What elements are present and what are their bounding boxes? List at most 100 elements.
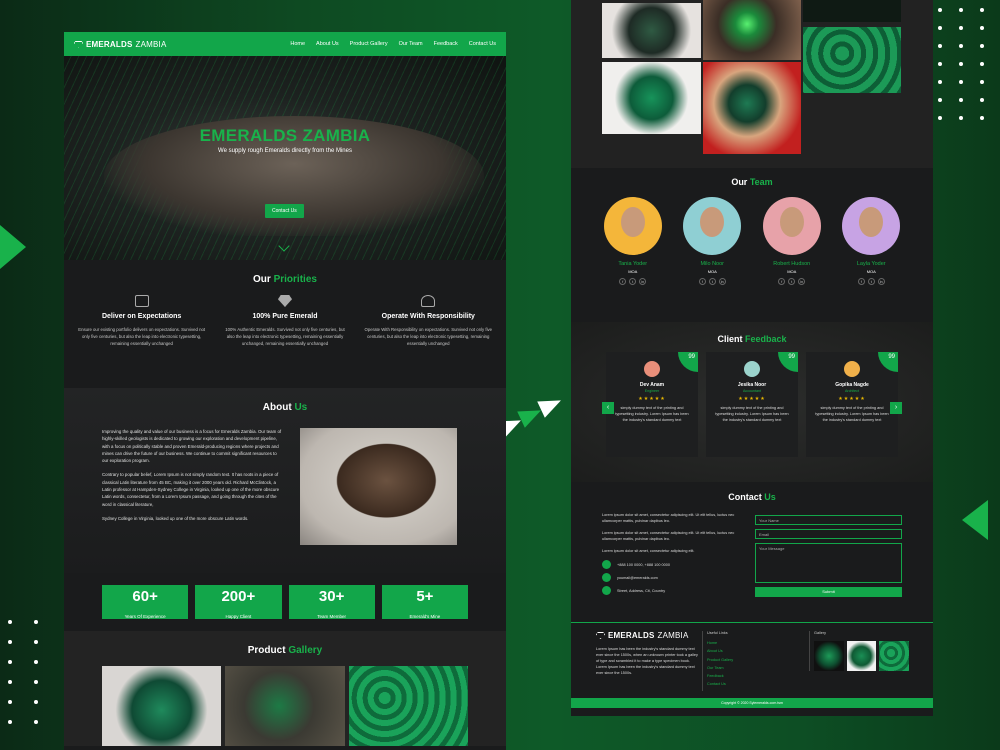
gallery-image[interactable] xyxy=(102,666,222,746)
team-section: Our Team Tania Yoder MOA f t in Milo Noor MO… xyxy=(571,168,933,322)
diamond-icon xyxy=(74,40,83,48)
gallery-image[interactable] xyxy=(703,62,801,154)
team-member-card: Milo Noor MOA f t in xyxy=(681,197,743,285)
nav-gallery[interactable]: Product Gallery xyxy=(350,41,388,47)
avatar xyxy=(844,361,860,377)
hero-section: EMERALDS ZAMBIA We supply rough Emeralds… xyxy=(64,56,506,260)
linkedin-icon[interactable]: in xyxy=(877,278,885,285)
triangle-decoration-right xyxy=(962,500,988,540)
quote-icon: 99 xyxy=(778,352,798,372)
priority-title: 100% Pure Emerald xyxy=(252,313,318,320)
feedback-title: Client Feedback xyxy=(717,334,787,344)
stat-card: 200+ Happy Client xyxy=(195,585,282,619)
about-miner-photo xyxy=(300,428,457,545)
priorities-title: Our Priorities xyxy=(253,274,317,285)
linkedin-icon[interactable]: in xyxy=(639,278,647,285)
twitter-icon[interactable]: t xyxy=(788,278,796,285)
team-member-card: Robert Hudson MOA f t in xyxy=(761,197,823,285)
avatar xyxy=(644,361,660,377)
location-icon xyxy=(602,586,611,595)
gallery-image[interactable] xyxy=(602,3,701,58)
navbar: EMERALDS ZAMBIA Home About Us Product Ga… xyxy=(64,32,506,56)
twitter-icon[interactable]: t xyxy=(867,278,875,285)
carousel-next-button[interactable]: › xyxy=(890,402,902,414)
linkedin-icon[interactable]: in xyxy=(718,278,726,285)
gallery-image[interactable] xyxy=(348,666,468,746)
stats-row: 60+ Years Of Experience 200+ Happy Client … xyxy=(64,573,506,631)
nav-contact[interactable]: Contact Us xyxy=(469,41,496,47)
footer-logo[interactable]: EMERALDS ZAMBIA xyxy=(596,631,701,640)
nav-home[interactable]: Home xyxy=(290,41,305,47)
avatar xyxy=(744,361,760,377)
stat-card: 60+ Years Of Experience xyxy=(102,585,189,619)
facebook-icon[interactable]: f xyxy=(857,278,865,285)
gallery-image[interactable] xyxy=(803,0,901,22)
footer-link[interactable]: Contact Us xyxy=(707,682,802,686)
footer-link[interactable]: Home xyxy=(707,641,802,645)
priority-item: Deliver on Expectations Ensure our exist… xyxy=(78,295,206,347)
footer-gallery-image[interactable] xyxy=(879,641,910,671)
website-mockup-left: EMERALDS ZAMBIA Home About Us Product Ga… xyxy=(64,32,506,750)
contact-form: Your Name Email Your Message Submit xyxy=(755,515,902,597)
contact-info: Lorem ipsum dolor sit amet, consectetur … xyxy=(602,512,747,599)
about-text: Improving the quality and value of our b… xyxy=(102,429,282,521)
product-gallery-section: Product Gallery xyxy=(64,631,506,746)
dot-pattern-top-right xyxy=(938,8,984,120)
nav-team[interactable]: Our Team xyxy=(399,41,423,47)
team-member-card: Tania Yoder MOA f t in xyxy=(602,197,664,285)
footer: EMERALDS ZAMBIA Lorem Ipsum has been the … xyxy=(571,622,933,708)
contact-section: Contact Us Lorem ipsum dolor sit amet, c… xyxy=(571,482,933,620)
avatar xyxy=(842,197,901,255)
diamond-icon xyxy=(596,632,605,639)
footer-gallery-title: Gallery xyxy=(814,631,827,635)
gallery-title: Product Gallery xyxy=(247,645,323,656)
hero-title: EMERALDS ZAMBIA xyxy=(199,126,371,145)
facebook-icon[interactable]: f xyxy=(619,278,627,285)
twitter-icon[interactable]: t xyxy=(708,278,716,285)
person-icon xyxy=(421,295,436,307)
priority-text: Operate With Responsibility on expectati… xyxy=(364,327,493,346)
nav-about[interactable]: About Us xyxy=(316,41,339,47)
delivery-icon xyxy=(134,295,149,307)
quote-icon: 99 xyxy=(878,352,898,372)
team-member-card: Layla Yoder MOA f t in xyxy=(840,197,902,285)
name-field[interactable]: Your Name xyxy=(755,515,902,525)
testimonial-card: 99 Gopika Nagde Architect ★★★★★ simply du… xyxy=(806,352,898,457)
footer-link[interactable]: Feedback xyxy=(707,674,802,678)
carousel-prev-button[interactable]: ‹ xyxy=(602,402,614,414)
contact-title: Contact Us xyxy=(728,492,776,502)
twitter-icon[interactable]: t xyxy=(629,278,637,285)
footer-link[interactable]: Product Gallery xyxy=(707,658,802,662)
testimonial-card: 99 Jesika Noor Accountant ★★★★★ simply du… xyxy=(706,352,798,457)
footer-links-title: Useful Links xyxy=(707,631,728,635)
gallery-image[interactable] xyxy=(803,27,901,93)
nav-menu: Home About Us Product Gallery Our Team F… xyxy=(290,41,496,47)
footer-gallery-image[interactable] xyxy=(814,641,844,671)
gallery-image[interactable] xyxy=(225,666,345,746)
dot-pattern-bottom-left xyxy=(8,620,38,724)
gallery-image[interactable] xyxy=(703,0,801,60)
facebook-icon[interactable]: f xyxy=(698,278,706,285)
email-field[interactable]: Email xyxy=(755,529,902,539)
website-mockup-right: Our Team Tania Yoder MOA f t in Milo Noor MO… xyxy=(571,0,933,716)
footer-gallery-image[interactable] xyxy=(846,641,877,671)
footer-link[interactable]: Our Team xyxy=(707,666,802,670)
facebook-icon[interactable]: f xyxy=(778,278,786,285)
priority-title: Operate With Responsibility xyxy=(381,313,475,320)
gallery-image[interactable] xyxy=(602,62,701,134)
submit-button[interactable]: Submit xyxy=(755,587,902,597)
footer-link[interactable]: About Us xyxy=(707,649,802,653)
avatar xyxy=(683,197,742,255)
hero-contact-button[interactable]: Contact Us xyxy=(265,204,304,218)
feedback-section: Client Feedback 99 Dev Anam Engineer ★★★★… xyxy=(571,322,933,482)
message-field[interactable]: Your Message xyxy=(755,543,902,583)
quote-icon: 99 xyxy=(678,352,698,372)
about-title: About Us xyxy=(262,402,308,413)
team-title: Our Team xyxy=(731,177,773,187)
linkedin-icon[interactable]: in xyxy=(798,278,806,285)
footer-about-text: Lorem Ipsum has been the industry's stan… xyxy=(596,647,698,675)
brand-logo[interactable]: EMERALDS ZAMBIA xyxy=(74,40,166,49)
testimonial-card: 99 Dev Anam Engineer ★★★★★ simply dummy t… xyxy=(606,352,698,457)
nav-feedback[interactable]: Feedback xyxy=(434,41,458,47)
priority-item: 100% Pure Emerald 100% Authentic Emerald… xyxy=(221,295,349,347)
